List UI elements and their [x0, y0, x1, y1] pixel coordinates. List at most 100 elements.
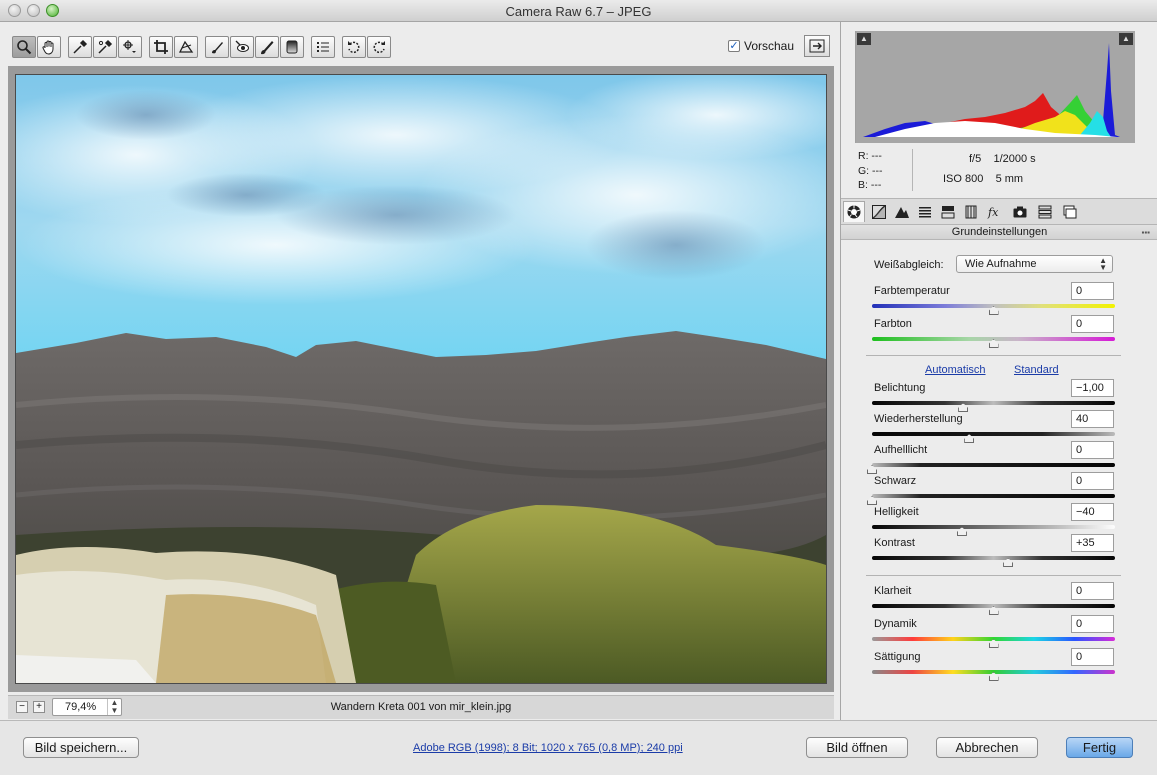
iso-value: ISO 800: [943, 173, 984, 185]
rotate-right-button[interactable]: [367, 36, 391, 58]
workflow-options-link[interactable]: Adobe RGB (1998); 8 Bit; 1020 x 765 (0,8…: [413, 742, 683, 754]
white-balance-tool-button[interactable]: [68, 36, 92, 58]
gradient-filter-icon: [286, 40, 298, 54]
brightness-value-field[interactable]: −40: [1071, 503, 1114, 521]
fullscreen-icon: [809, 39, 825, 53]
tab-detail[interactable]: [891, 201, 913, 222]
aperture-icon: [847, 205, 861, 219]
zoom-tool-button[interactable]: [12, 36, 36, 58]
fill-light-slider-track[interactable]: [872, 463, 1115, 467]
highlight-clipping-toggle[interactable]: ▲: [1119, 33, 1133, 45]
shadow-clipping-toggle[interactable]: ▲: [857, 33, 871, 45]
crop-icon: [154, 40, 168, 54]
hand-icon: [42, 40, 54, 55]
straighten-icon: [178, 40, 194, 53]
split-toning-icon: [941, 205, 955, 218]
title-bar: Camera Raw 6.7 – JPEG: [0, 0, 1157, 22]
tab-camera-calibration[interactable]: [1009, 201, 1031, 222]
contrast-value-field[interactable]: +35: [1071, 534, 1114, 552]
eye-icon: [235, 40, 249, 52]
rotate-cw-icon: [373, 41, 385, 54]
brush-icon: [261, 41, 274, 55]
preview-checkbox[interactable]: ✓: [728, 40, 740, 52]
exposure-label: Belichtung: [874, 382, 926, 394]
brightness-label: Helligkeit: [874, 506, 919, 518]
graduated-filter-tool-button[interactable]: [280, 36, 304, 58]
shutter-value: 1/2000 s: [993, 153, 1036, 165]
red-eye-tool-button[interactable]: [230, 36, 254, 58]
panel-tabs: fx: [841, 198, 1157, 224]
adjustment-brush-tool-button[interactable]: [255, 36, 279, 58]
fill-light-label: Aufhelllicht: [874, 444, 928, 456]
tab-lens-corrections[interactable]: [960, 201, 982, 222]
blacks-slider-track[interactable]: [872, 494, 1115, 498]
panel-menu-icon[interactable]: ▪▪▪: [1141, 226, 1150, 240]
list-icon: [317, 42, 329, 52]
brightness-slider-track[interactable]: [872, 525, 1115, 529]
aperture-value: f/5: [969, 153, 982, 165]
photo-preview[interactable]: [15, 74, 827, 684]
vibrance-value-field[interactable]: 0: [1071, 615, 1114, 633]
tab-presets[interactable]: [1034, 201, 1056, 222]
tab-effects[interactable]: fx: [984, 201, 1006, 222]
bottom-bar: Bild speichern... Adobe RGB (1998); 8 Bi…: [0, 720, 1157, 775]
detail-icon: [895, 206, 909, 218]
straighten-tool-button[interactable]: [174, 36, 198, 58]
preview-toggle[interactable]: ✓ Vorschau: [728, 39, 794, 53]
eyedropper-icon: [73, 39, 88, 54]
clarity-value-field[interactable]: 0: [1071, 582, 1114, 600]
tab-snapshots[interactable]: [1059, 201, 1081, 222]
saturation-value-field[interactable]: 0: [1071, 648, 1114, 666]
targeted-adjustment-tool-button[interactable]: [118, 36, 142, 58]
auto-link[interactable]: Automatisch: [925, 364, 986, 376]
recovery-slider-track[interactable]: [872, 432, 1115, 436]
target-adjust-icon: [123, 40, 136, 53]
fill-light-value-field[interactable]: 0: [1071, 441, 1114, 459]
svg-text:fx: fx: [987, 206, 999, 219]
done-button[interactable]: Fertig: [1066, 737, 1133, 758]
preview-label: Vorschau: [744, 39, 795, 53]
contrast-slider-track[interactable]: [872, 556, 1115, 560]
white-balance-select[interactable]: Wie Aufnahme ▲ ▼: [956, 255, 1113, 273]
camera-icon: [1013, 206, 1027, 217]
divider-2: [866, 575, 1121, 576]
tab-tone-curve[interactable]: [868, 201, 890, 222]
default-link[interactable]: Standard: [1014, 364, 1059, 376]
image-canvas[interactable]: [8, 66, 834, 692]
recovery-value-field[interactable]: 40: [1071, 410, 1114, 428]
spot-removal-tool-button[interactable]: [205, 36, 229, 58]
focal-length-value: 5 mm: [995, 173, 1024, 185]
exposure-slider-track[interactable]: [872, 401, 1115, 405]
tab-basic[interactable]: [843, 201, 865, 222]
tab-hsl[interactable]: [914, 201, 936, 222]
histogram: ▲ ▲: [855, 31, 1135, 143]
tint-value-field[interactable]: 0: [1071, 315, 1114, 333]
color-sampler-icon: [98, 39, 113, 54]
exposure-value-field[interactable]: −1,00: [1071, 379, 1114, 397]
status-bar: − + 79,4% ▲ ▼ Wandern Kreta 001 von mir_k…: [8, 695, 834, 719]
temperature-value-field[interactable]: 0: [1071, 282, 1114, 300]
filename-label: Wandern Kreta 001 von mir_klein.jpg: [330, 701, 512, 713]
hand-tool-button[interactable]: [37, 36, 61, 58]
save-image-button[interactable]: Bild speichern...: [23, 737, 139, 758]
open-image-button[interactable]: Bild öffnen: [806, 737, 908, 758]
exif-line-2: ISO 800 5 mm: [943, 173, 1023, 185]
adjustments-panel: ▲ ▲ R: --- G: --- B: --- f/5 1/2000 s IS…: [840, 22, 1157, 720]
cancel-button[interactable]: Abbrechen: [936, 737, 1038, 758]
rotate-left-button[interactable]: [342, 36, 366, 58]
presets-icon: [1038, 205, 1052, 218]
fullscreen-button[interactable]: [804, 35, 830, 57]
exif-line-1: f/5 1/2000 s: [969, 153, 1036, 165]
white-balance-value: Wie Aufnahme: [965, 258, 1037, 270]
divider-1: [866, 355, 1121, 356]
recovery-label: Wiederherstellung: [874, 413, 963, 425]
blacks-value-field[interactable]: 0: [1071, 472, 1114, 490]
tab-split-toning[interactable]: [937, 201, 959, 222]
color-sampler-tool-button[interactable]: [93, 36, 117, 58]
contrast-label: Kontrast: [874, 537, 915, 549]
preferences-tool-button[interactable]: [311, 36, 335, 58]
crop-tool-button[interactable]: [149, 36, 173, 58]
brush-heal-icon: [212, 42, 223, 54]
white-balance-label: Weißabgleich:: [874, 259, 944, 271]
magnifier-icon: [17, 40, 32, 55]
